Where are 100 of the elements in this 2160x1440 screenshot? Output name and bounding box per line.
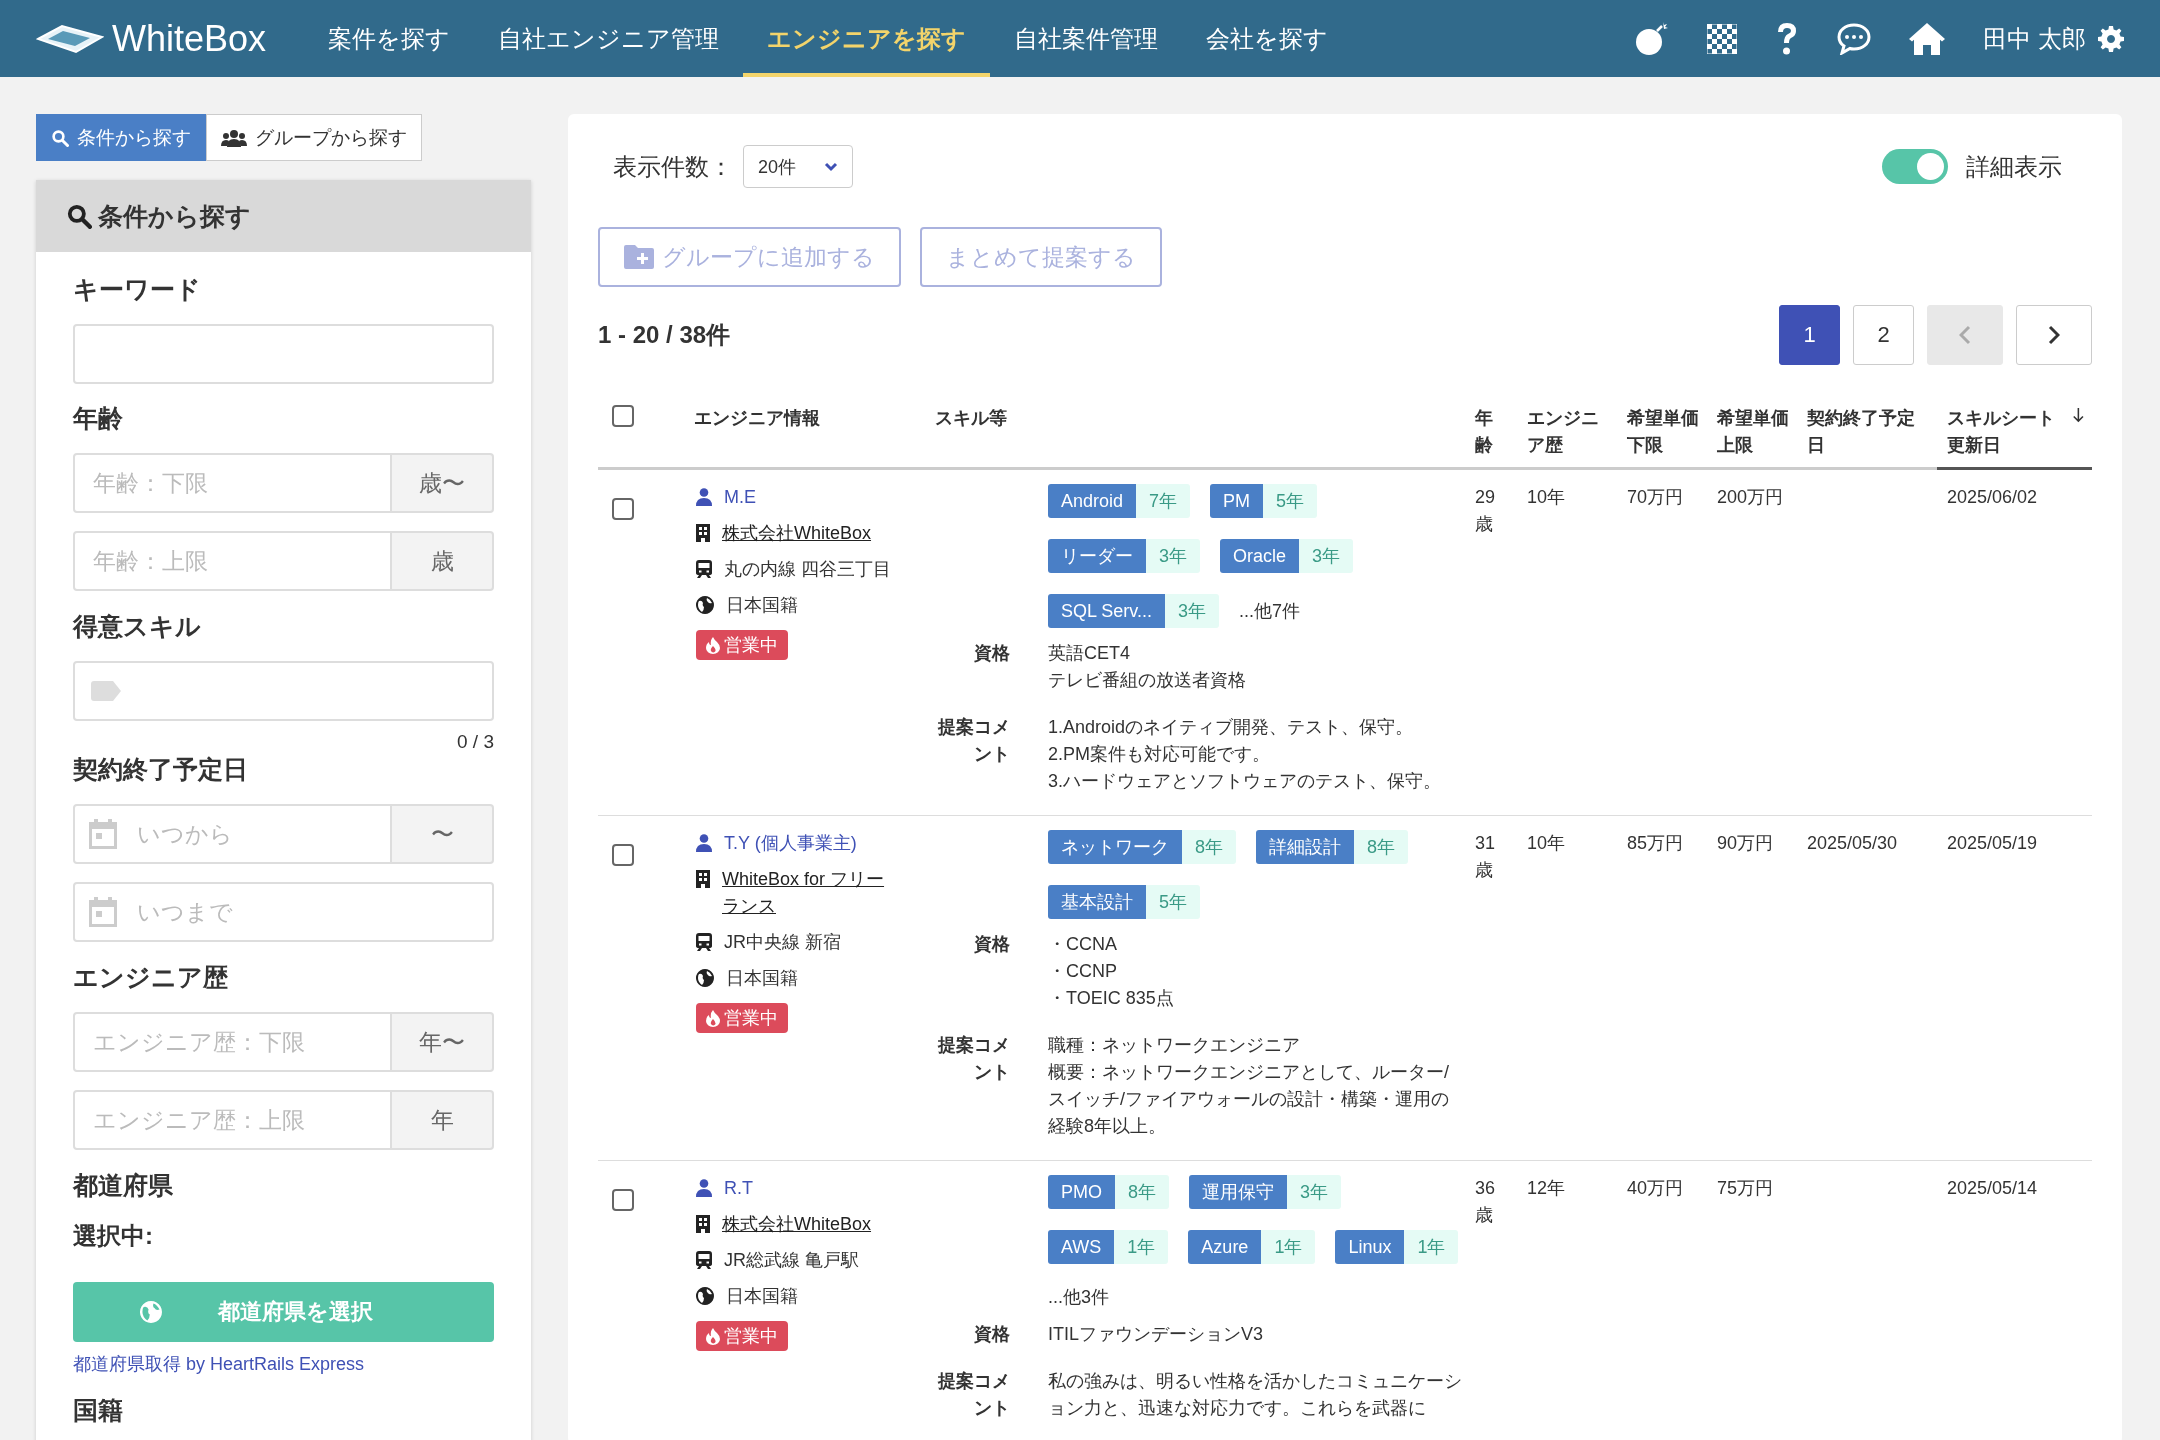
column-header[interactable]: 契約終了予定日 — [1807, 405, 1929, 459]
field-label: 年齢 — [73, 403, 124, 434]
users-icon — [221, 128, 247, 147]
skill-name: SQL Serv... — [1048, 594, 1166, 628]
field-label: 資格 — [973, 642, 1010, 665]
checkbox[interactable] — [612, 405, 634, 427]
logo-text[interactable]: WhiteBox — [112, 17, 267, 60]
engineer-name-link[interactable]: T.Y (個人事業主) — [724, 833, 857, 853]
nav-link[interactable]: 自社案件管理 — [990, 0, 1183, 77]
table-cell: 2025/05/30 — [1807, 833, 1898, 853]
table-cell: 85万円 — [1627, 833, 1684, 853]
tag-field[interactable] — [73, 661, 494, 721]
input-field[interactable]: エンジニア歴：上限 — [73, 1090, 392, 1150]
sort-arrow-icon — [2073, 405, 2084, 425]
building-icon — [696, 524, 710, 542]
nav-link[interactable]: 会社を探す — [1182, 0, 1353, 77]
unit-label: 〜 — [392, 804, 494, 864]
qualification-text: テレビ番組の放送者資格 — [1048, 669, 1246, 692]
skill-name: PMO — [1048, 1175, 1115, 1209]
fire-icon — [706, 1009, 720, 1027]
field-label: 資格 — [973, 933, 1010, 956]
chat-icon[interactable] — [1837, 22, 1872, 55]
skill-name: 基本設計 — [1048, 885, 1146, 919]
checkbox[interactable] — [612, 498, 634, 520]
page-button[interactable]: 1 — [1779, 305, 1840, 365]
settings-icon[interactable] — [2098, 25, 2124, 52]
comment-text: 1.Androidのネイティブ開発、テスト、保守。 — [1048, 716, 1414, 739]
table-cell: 90万円 — [1717, 833, 1774, 853]
table-cell: 29歳 — [1475, 487, 1496, 534]
column-header[interactable]: スキルシート更新日 — [1947, 405, 2072, 459]
bomb-icon[interactable] — [1635, 21, 1670, 56]
input-field[interactable]: 年齢：上限 — [73, 531, 392, 591]
checkerboard-icon[interactable] — [1707, 23, 1738, 54]
table-cell: 10年 — [1527, 833, 1566, 853]
toggle-switch[interactable] — [1882, 149, 1948, 184]
search-tab[interactable]: グループから探す — [206, 114, 422, 161]
skill-years: 3年 — [1287, 1175, 1342, 1209]
table-cell: 70万円 — [1627, 487, 1684, 507]
skill-years: 3年 — [1146, 539, 1200, 573]
nav-link[interactable]: 案件を探す — [304, 0, 475, 77]
table-cell: 40万円 — [1627, 1178, 1684, 1198]
table-cell: 12年 — [1527, 1178, 1566, 1198]
input-field[interactable]: 年齢：下限 — [73, 453, 392, 513]
user-name[interactable]: 田中 太郎 — [1983, 22, 2086, 55]
checkbox[interactable] — [612, 1189, 634, 1211]
search-icon — [66, 203, 92, 229]
input-field[interactable]: エンジニア歴：下限 — [73, 1012, 392, 1072]
comment-text: 3.ハードウェアとソフトウェアのテスト、保守。 — [1048, 770, 1441, 793]
date-field[interactable]: いつから — [73, 804, 392, 864]
panel-title: 条件から探す — [98, 200, 251, 232]
page-button[interactable]: 2 — [1853, 305, 1914, 365]
column-header[interactable]: エンジニア歴 — [1527, 405, 1609, 459]
field-label: 提案コメント — [937, 1370, 1010, 1420]
globe-icon — [696, 1287, 714, 1305]
column-header[interactable]: スキル等 — [935, 405, 1007, 432]
search-tab[interactable]: 条件から探す — [36, 114, 206, 161]
company-link[interactable]: WhiteBox for フリーランス — [722, 866, 902, 920]
fire-icon — [706, 636, 720, 654]
status-badge: 営業中 — [696, 1003, 788, 1033]
column-header[interactable]: エンジニア情報 — [694, 405, 820, 432]
qualification-text: ・TOEIC 835点 — [1048, 987, 1174, 1010]
table-cell: 200万円 — [1717, 487, 1784, 507]
checkbox[interactable] — [612, 844, 634, 866]
skill-name: 詳細設計 — [1256, 830, 1354, 864]
column-header[interactable]: 年齢 — [1475, 405, 1509, 459]
field-label: 契約終了予定日 — [73, 754, 249, 785]
page-size-select[interactable]: 20件 — [743, 145, 853, 188]
chevron-left-icon — [1959, 325, 1971, 345]
input-field[interactable] — [73, 324, 494, 384]
date-field[interactable]: いつまで — [73, 882, 494, 942]
skill-years: 3年 — [1165, 594, 1220, 628]
status-badge: 営業中 — [696, 1321, 788, 1351]
globe-icon — [140, 1301, 162, 1323]
char-counter: 0 / 3 — [456, 731, 494, 753]
globe-icon — [696, 596, 714, 614]
column-header[interactable]: 希望単価下限 — [1627, 405, 1699, 459]
engineer-name-link[interactable]: R.T — [724, 1178, 753, 1198]
qualification-text: ・CCNA — [1048, 933, 1117, 956]
nav-link[interactable]: 自社エンジニア管理 — [474, 0, 744, 77]
home-icon[interactable] — [1909, 22, 1946, 55]
field-label: 資格 — [973, 1323, 1010, 1346]
skill-name: PM — [1210, 484, 1264, 518]
person-icon — [696, 488, 712, 506]
unit-label: 歳〜 — [392, 453, 494, 513]
nav-link[interactable]: エンジニアを探す — [743, 0, 991, 77]
train-icon — [696, 560, 712, 578]
column-header[interactable]: 希望単価上限 — [1717, 405, 1789, 459]
credit-link[interactable]: 都道府県取得 by HeartRails Express — [73, 1352, 365, 1376]
fire-icon — [706, 1327, 720, 1345]
table-cell: 2025/05/19 — [1947, 833, 2038, 853]
table-cell: 10年 — [1527, 487, 1566, 507]
building-icon — [696, 1215, 710, 1233]
engineer-name-link[interactable]: M.E — [724, 487, 756, 507]
skill-name: Azure — [1188, 1230, 1262, 1264]
skill-name: Oracle — [1220, 539, 1300, 573]
company-link[interactable]: 株式会社WhiteBox — [722, 520, 872, 547]
comment-text: 2.PM案件も対応可能です。 — [1048, 743, 1270, 766]
skill-years: 1年 — [1404, 1230, 1459, 1264]
company-link[interactable]: 株式会社WhiteBox — [722, 1211, 872, 1238]
selected-label: 選択中: — [73, 1221, 154, 1251]
